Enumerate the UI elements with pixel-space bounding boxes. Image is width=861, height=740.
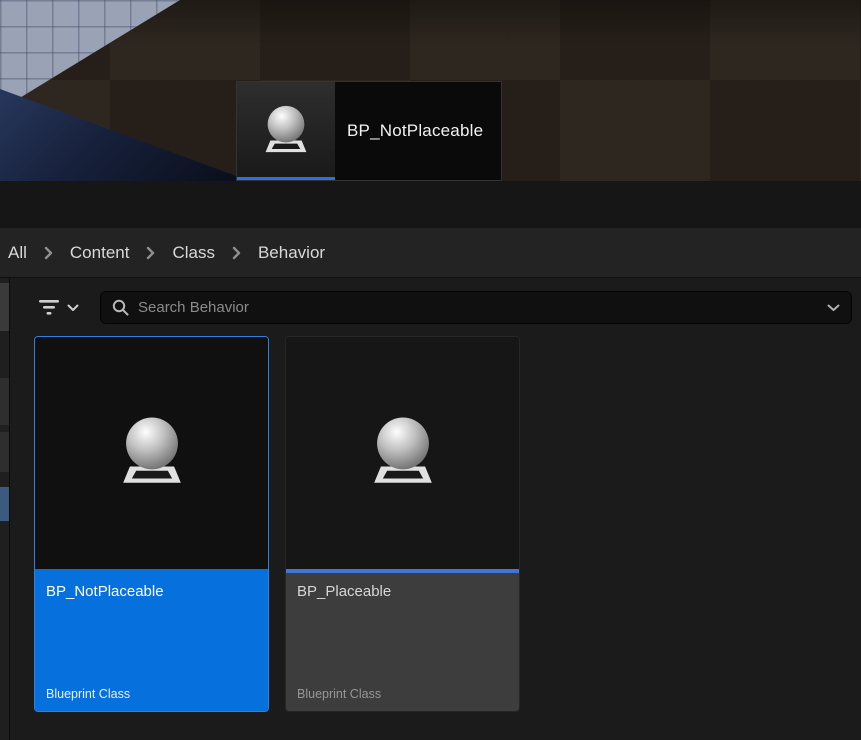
asset-title: BP_Placeable — [297, 583, 508, 600]
breadcrumb: All Content Class Behavior — [0, 228, 861, 278]
asset-thumbnail — [286, 337, 519, 569]
asset-thumbnail — [35, 337, 268, 569]
sources-panel-strip — [0, 278, 10, 740]
collapsed-panel-item[interactable] — [0, 378, 9, 425]
chevron-right-icon — [137, 246, 164, 260]
collapsed-panel-item[interactable] — [0, 283, 9, 331]
drag-preview-thumbnail — [237, 82, 335, 180]
sphere-asset-icon — [252, 97, 320, 165]
asset-tile-footer: BP_NotPlaceable Blueprint Class — [35, 573, 268, 711]
drag-preview-label: BP_NotPlaceable — [335, 82, 501, 180]
asset-tile-bp-notplaceable[interactable]: BP_NotPlaceable Blueprint Class — [34, 336, 269, 712]
editor-dark-bar — [0, 181, 861, 228]
asset-type-label: Blueprint Class — [297, 687, 381, 701]
collapsed-panel-item-selected[interactable] — [0, 487, 9, 521]
drag-preview-tooltip: BP_NotPlaceable — [236, 81, 502, 181]
content-browser: BP_NotPlaceable Blueprint Class BP_Place… — [0, 278, 861, 740]
breadcrumb-item-class[interactable]: Class — [164, 243, 223, 263]
filter-icon — [38, 299, 60, 316]
sphere-asset-icon — [104, 405, 200, 501]
sphere-asset-icon — [355, 405, 451, 501]
chevron-down-icon — [67, 304, 79, 312]
asset-tile-footer: BP_Placeable Blueprint Class — [286, 573, 519, 711]
viewport-dark-plane — [0, 89, 250, 181]
editor-window: BP_NotPlaceable All Content Class Behavi… — [0, 0, 861, 740]
filter-button[interactable] — [26, 291, 90, 324]
search-input[interactable] — [138, 299, 818, 316]
collapsed-panel-item[interactable] — [0, 432, 9, 472]
asset-tile-bp-placeable[interactable]: BP_Placeable Blueprint Class — [285, 336, 520, 712]
asset-title: BP_NotPlaceable — [46, 583, 257, 600]
asset-color-strip — [237, 177, 335, 180]
search-dropdown-chevron-icon[interactable] — [827, 304, 840, 312]
breadcrumb-item-behavior[interactable]: Behavior — [250, 243, 333, 263]
breadcrumb-item-content[interactable]: Content — [62, 243, 138, 263]
chevron-right-icon — [35, 246, 62, 260]
search-icon — [112, 299, 129, 316]
breadcrumb-item-all[interactable]: All — [0, 243, 35, 263]
search-box — [100, 291, 852, 324]
asset-type-label: Blueprint Class — [46, 687, 130, 701]
chevron-right-icon — [223, 246, 250, 260]
